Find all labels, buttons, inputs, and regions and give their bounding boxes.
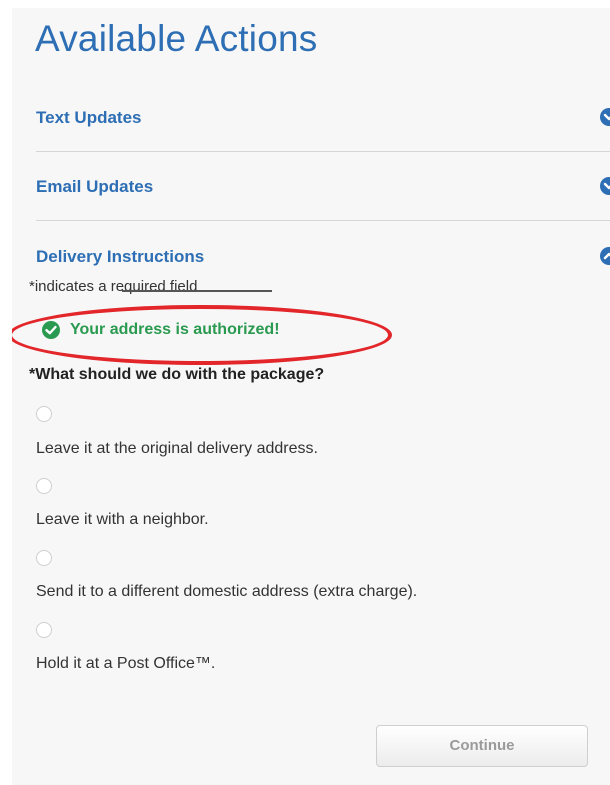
divider <box>36 151 610 152</box>
annotation-highlight-oval <box>12 305 392 365</box>
radio-hold-post-office[interactable] <box>36 622 52 638</box>
accordion-label: Text Updates <box>36 108 142 127</box>
accordion-email-updates[interactable]: Email Updates <box>36 177 610 197</box>
accordion-label: Delivery Instructions <box>36 247 205 266</box>
radio-different-address[interactable] <box>36 550 52 566</box>
radio-neighbor[interactable] <box>36 478 52 494</box>
option-label-original-address[interactable]: Leave it at the original delivery addres… <box>36 440 318 458</box>
accordion-delivery-instructions[interactable]: Delivery Instructions <box>36 247 610 267</box>
available-actions-panel: Available Actions Text Updates Email Upd… <box>12 8 610 785</box>
option-label-different-address[interactable]: Send it to a different domestic address … <box>36 583 417 601</box>
continue-button[interactable]: Continue <box>376 725 588 767</box>
chevron-down-icon <box>600 177 610 195</box>
accordion-label: Email Updates <box>36 177 154 196</box>
radio-original-address[interactable] <box>36 406 52 422</box>
package-question: *What should we do with the package? <box>29 366 325 383</box>
divider <box>36 220 610 221</box>
annotation-strike-line <box>122 290 272 292</box>
option-label-hold-post-office[interactable]: Hold it at a Post Office™. <box>36 655 215 673</box>
page-title: Available Actions <box>35 18 318 59</box>
chevron-down-icon <box>600 108 610 126</box>
required-field-note: *indicates a required field <box>29 278 198 295</box>
option-label-neighbor[interactable]: Leave it with a neighbor. <box>36 511 209 529</box>
accordion-text-updates[interactable]: Text Updates <box>36 108 610 128</box>
chevron-up-icon <box>600 247 610 265</box>
